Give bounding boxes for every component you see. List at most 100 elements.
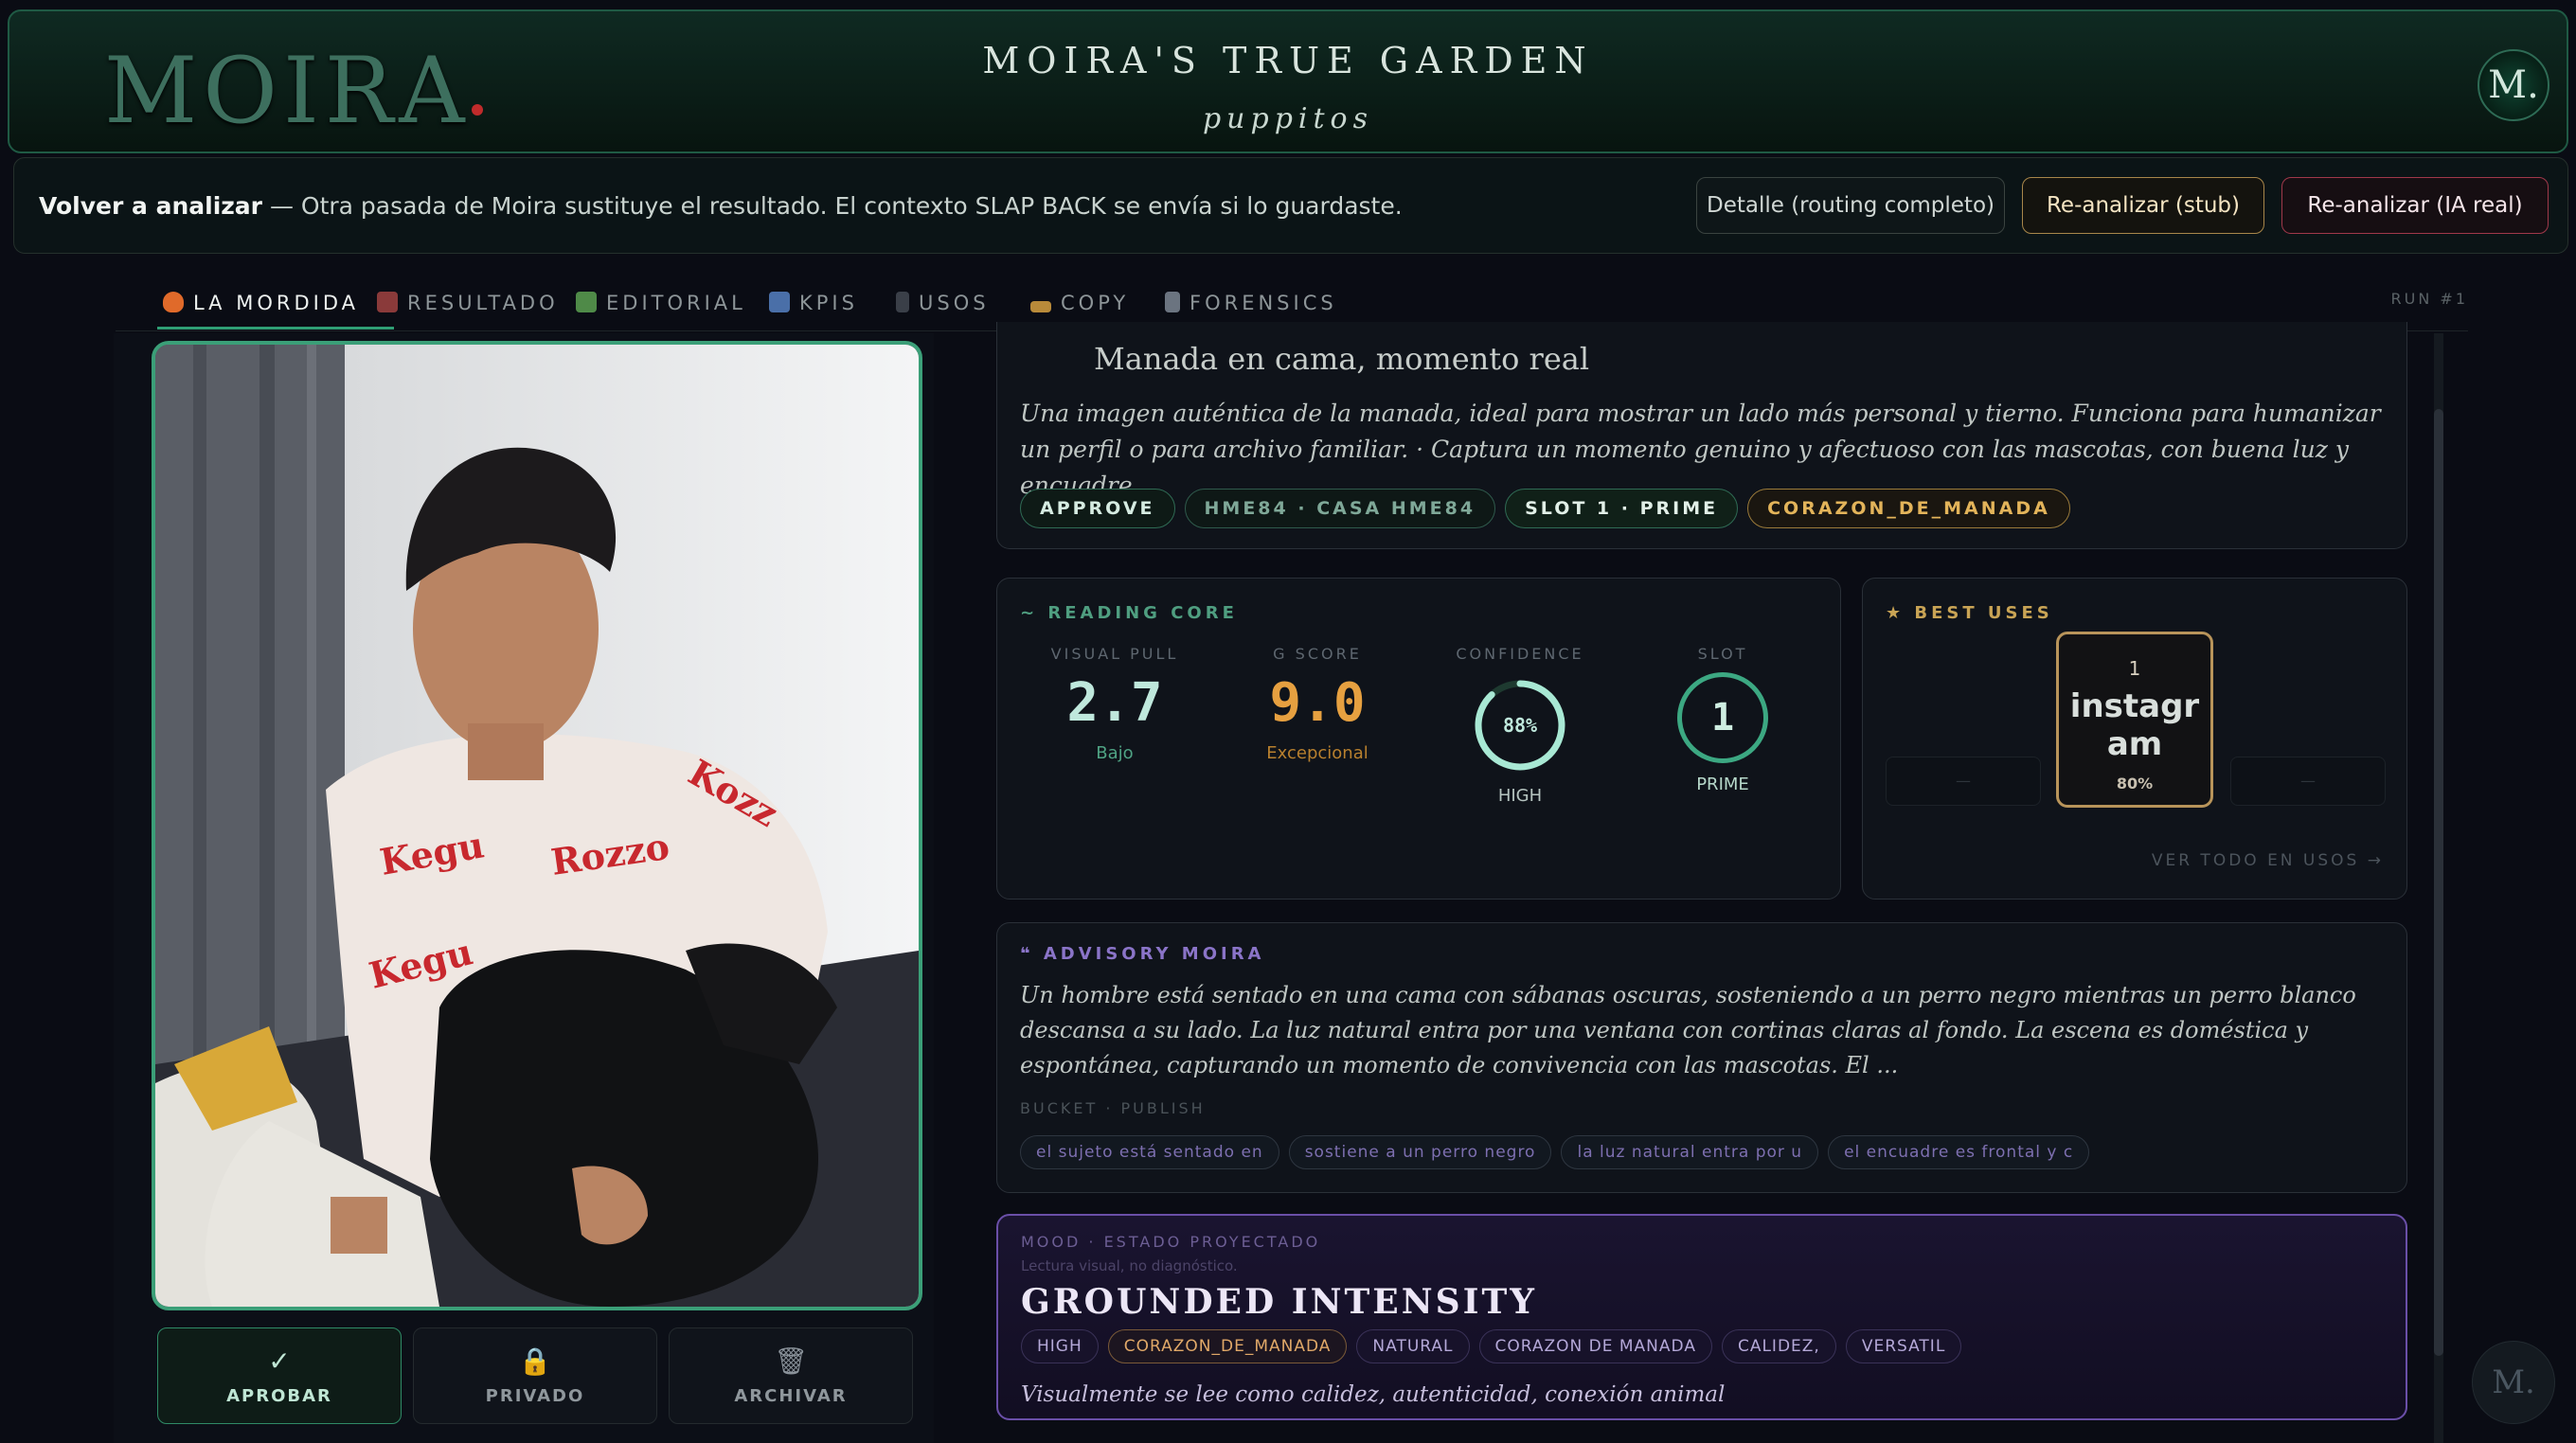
kpi-sub: PRIME: [1696, 775, 1749, 794]
advisory-card: ❝ ADVISORY MOIRA Un hombre está sentado …: [996, 922, 2407, 1193]
tab-resultado[interactable]: RESULTADO: [377, 280, 559, 330]
detail-routing-button[interactable]: Detalle (routing completo): [1696, 177, 2005, 234]
tab-label: FORENSICS: [1190, 292, 1337, 314]
slot-pill: SLOT 1 · PRIME: [1505, 489, 1739, 528]
kpi-sub: Excepcional: [1266, 743, 1368, 763]
kpi-g-score: G SCORE 9.0 Excepcional: [1223, 645, 1412, 763]
top-use-name: instagram: [2069, 687, 2200, 763]
top-use-card[interactable]: 1 instagram 80%: [2056, 632, 2213, 808]
app-subtitle: puppitos: [1202, 102, 1374, 135]
microscope-icon: [1165, 292, 1180, 312]
advisory-label: ❝ ADVISORY MOIRA: [1020, 944, 1265, 964]
result-icon: [377, 292, 398, 312]
lock-icon: 🔒: [518, 1345, 552, 1377]
mood-chip: NATURAL: [1356, 1329, 1470, 1363]
tab-kpis[interactable]: KPIS: [769, 280, 858, 330]
photo-illustration: Kegu Rozzo Kegu Kozz: [155, 345, 919, 1307]
mood-chip: VERSATIL: [1845, 1329, 1962, 1363]
summary-title: Manada en cama, momento real: [1094, 341, 1590, 377]
advisory-text: Un hombre está sentado en una cama con s…: [1020, 982, 2356, 1078]
top-use-pct: 80%: [2116, 775, 2154, 793]
kpi-confidence: CONFIDENCE 88% HIGH: [1425, 645, 1615, 806]
user-avatar[interactable]: M.: [2478, 49, 2549, 121]
mood-chip: CORAZON DE MANADA: [1478, 1329, 1712, 1363]
mood-chip: HIGH: [1021, 1329, 1099, 1363]
kpi-value: 2.7: [1066, 672, 1163, 734]
pen-icon: [1030, 301, 1051, 312]
slot-circle: 1: [1677, 672, 1768, 763]
top-use-rank: 1: [2128, 657, 2141, 680]
mood-note: Lectura visual, no diagnóstico.: [1021, 1257, 1238, 1274]
app-title: MOIRA'S TRUE GARDEN: [982, 40, 1594, 81]
kpi-visual-pull: VISUAL PULL 2.7 Bajo: [1020, 645, 1209, 763]
summary-description: Una imagen auténtica de la manada, ideal…: [1020, 400, 2381, 499]
tab-label: RESULTADO: [407, 292, 559, 314]
advisory-chips: el sujeto está sentado en sostiene a un p…: [1020, 1135, 2099, 1169]
reanalyze-text: Volver a analizar — Otra pasada de Moira…: [39, 192, 1403, 220]
kpi-label: CONFIDENCE: [1456, 645, 1584, 663]
summary-pills: APPROVE HME84 · CASA HME84 SLOT 1 · PRIME C…: [1020, 489, 2080, 528]
tab-usos[interactable]: USOS: [896, 280, 990, 330]
tab-label: USOS: [919, 292, 990, 314]
star-icon: ★: [1886, 603, 1915, 623]
kpi-sub: Bajo: [1096, 743, 1134, 763]
bar-chart-icon: [769, 292, 790, 312]
private-label: PRIVADO: [485, 1386, 585, 1406]
house-pill: HME84 · CASA HME84: [1184, 489, 1496, 528]
archive-button[interactable]: 🗑 ARCHIVAR: [669, 1327, 913, 1424]
kpi-value: 9.0: [1269, 672, 1366, 734]
kpi-label: VISUAL PULL: [1050, 645, 1179, 663]
reading-core-label: ∼ READING CORE: [1020, 603, 1238, 623]
run-tag: RUN #1: [2390, 290, 2468, 308]
trash-icon: 🗑: [774, 1345, 808, 1377]
summary-card: Manada en cama, momento real Una imagen …: [996, 322, 2407, 549]
content-scrollbar[interactable]: [2434, 333, 2443, 1443]
mood-caption: Visualmente se lee como calidez, autenti…: [1021, 1382, 1726, 1407]
status-pill-approve: APPROVE: [1020, 489, 1175, 528]
approve-label: APROBAR: [226, 1386, 332, 1406]
mood-chip: CORAZON_DE_MANADA: [1107, 1329, 1348, 1363]
kpi-label: G SCORE: [1273, 645, 1362, 663]
best-uses-label: ★ BEST USES: [1886, 603, 2053, 623]
advisory-chip[interactable]: el encuadre es frontal y c: [1828, 1135, 2090, 1169]
mood-title: GROUNDED INTENSITY: [1021, 1282, 1537, 1322]
kpi-slot: SLOT 1 PRIME: [1628, 645, 1817, 794]
archetype-pill: CORAZON_DE_MANADA: [1747, 489, 2070, 528]
mood-chips: HIGH CORAZON_DE_MANADA NATURAL CORAZON DE M…: [1021, 1329, 1971, 1363]
archive-label: ARCHIVAR: [734, 1386, 848, 1406]
moira-fab-button[interactable]: M.: [2472, 1341, 2555, 1424]
mood-card: MOOD · ESTADO PROYECTADO Lectura visual,…: [996, 1214, 2407, 1420]
app-header: MOIRA MOIRA'S TRUE GARDEN puppitos M.: [8, 9, 2568, 153]
check-icon: ✓: [268, 1345, 291, 1377]
private-button[interactable]: 🔒 PRIVADO: [413, 1327, 657, 1424]
mood-chip: CALIDEZ,: [1721, 1329, 1836, 1363]
kpi-sub: HIGH: [1497, 786, 1543, 806]
reanalyze-real-button[interactable]: Re-analizar (IA real): [2281, 177, 2549, 234]
best-uses-card: ★ BEST USES — 1 instagram 80% — VER TODO…: [1862, 578, 2407, 900]
analyzed-photo[interactable]: Kegu Rozzo Kegu Kozz: [152, 341, 922, 1310]
reanalyze-stub-button[interactable]: Re-analizar (stub): [2022, 177, 2264, 234]
bucket-label: BUCKET · PUBLISH: [1020, 1099, 1206, 1117]
tab-label: COPY: [1061, 292, 1130, 314]
quote-icon: ❝: [1020, 944, 1044, 964]
kpi-label: SLOT: [1697, 645, 1748, 663]
tab-label: LA MORDIDA: [193, 292, 359, 314]
wave-icon: ∼: [1020, 603, 1048, 623]
flame-icon: [163, 292, 184, 312]
see-all-usos-link[interactable]: VER TODO EN USOS →: [2152, 851, 2384, 870]
use-slot-right[interactable]: —: [2230, 757, 2386, 806]
image-icon: [576, 292, 597, 312]
advisory-chip[interactable]: el sujeto está sentado en: [1020, 1135, 1279, 1169]
advisory-chip[interactable]: la luz natural entra por u: [1561, 1135, 1819, 1169]
tab-editorial[interactable]: EDITORIAL: [576, 280, 746, 330]
use-slot-left[interactable]: —: [1886, 757, 2041, 806]
reanalyze-title: Volver a analizar: [39, 192, 263, 220]
scrollbar-thumb[interactable]: [2434, 409, 2443, 1356]
reading-core-card: ∼ READING CORE VISUAL PULL 2.7 Bajo G SC…: [996, 578, 1841, 900]
mood-label: MOOD · ESTADO PROYECTADO: [1021, 1233, 1321, 1251]
phone-icon: [896, 292, 909, 312]
advisory-chip[interactable]: sostiene a un perro negro: [1288, 1135, 1552, 1169]
tab-la-mordida[interactable]: LA MORDIDA: [157, 280, 394, 330]
reanalyze-bar: Volver a analizar — Otra pasada de Moira…: [13, 157, 2568, 254]
approve-button[interactable]: ✓ APROBAR: [157, 1327, 402, 1424]
